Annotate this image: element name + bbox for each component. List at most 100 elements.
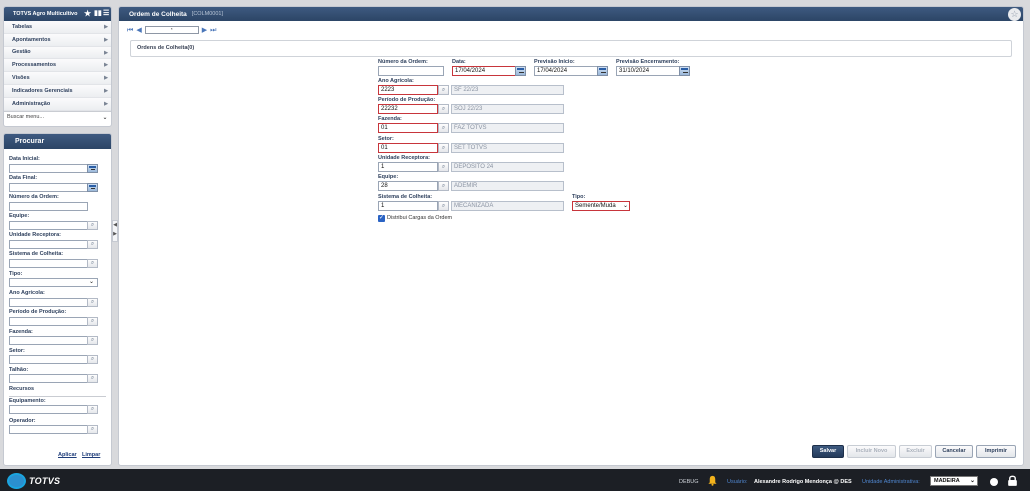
fazenda-input[interactable] <box>9 336 88 345</box>
bell-icon[interactable] <box>707 475 718 486</box>
label-numero-ordem: Número da Ordem: <box>9 194 59 200</box>
label-equipe: Equipe: <box>378 174 399 180</box>
operador-input[interactable] <box>9 425 88 434</box>
unidade-value: MADEIRA <box>934 478 960 484</box>
page-select[interactable]: * <box>144 26 199 34</box>
label-data: Data: <box>452 59 466 65</box>
talhao-input[interactable] <box>9 374 88 383</box>
incluir-novo-button[interactable]: Incluir Novo <box>847 445 896 458</box>
periodo-producao-input[interactable] <box>9 317 88 326</box>
unidade-receptora-code[interactable]: 1 <box>378 162 438 172</box>
ano-agricola-input[interactable] <box>9 298 88 307</box>
previsao-encerramento-field[interactable]: 31/10/2024 <box>616 66 680 76</box>
ano-agricola-code[interactable]: 2223 <box>378 85 438 95</box>
favorites-star-icon[interactable]: ★ <box>84 9 91 19</box>
menu-item-apontamentos[interactable]: Apontamentos ▶ <box>4 33 111 47</box>
ordens-panel[interactable]: Ordens de Colheita(0) <box>130 40 1012 57</box>
next-record-icon[interactable]: ▶ <box>202 26 207 35</box>
lookup-icon[interactable]: ⌕ <box>87 221 98 230</box>
recursos-divider <box>9 396 106 397</box>
menu-item-label: Visões <box>12 75 30 82</box>
chevron-down-icon: ⌄ <box>969 478 975 484</box>
tipo-select[interactable]: Semente/Muda ⌄ <box>572 201 630 211</box>
favorite-star-icon[interactable]: ☆ <box>1008 8 1021 21</box>
data-final-input[interactable] <box>9 183 88 192</box>
chart-icon[interactable]: ▮▮ <box>94 9 102 19</box>
aplicar-link[interactable]: Aplicar <box>58 452 77 458</box>
calendar-icon[interactable] <box>87 164 98 173</box>
unidade-receptora-input[interactable] <box>9 240 88 249</box>
setor-input[interactable] <box>9 355 88 364</box>
menu-item-tabelas[interactable]: Tabelas ▶ <box>4 21 111 34</box>
lookup-icon[interactable]: ⌕ <box>87 298 98 307</box>
previsao-inicio-field[interactable]: 17/04/2024 <box>534 66 598 76</box>
cancelar-button[interactable]: Cancelar <box>935 445 973 458</box>
lookup-icon[interactable]: ⌕ <box>87 355 98 364</box>
lookup-icon[interactable]: ⌕ <box>87 259 98 268</box>
menu-item-visoes[interactable]: Visões ▶ <box>4 72 111 85</box>
label-operador: Operador: <box>9 418 36 424</box>
setor-code[interactable]: 01 <box>378 143 438 153</box>
lookup-icon[interactable]: ⌕ <box>87 240 98 249</box>
distribui-cargas-checkbox[interactable]: ✓ <box>378 215 385 222</box>
lookup-icon[interactable]: ⌕ <box>438 181 449 191</box>
excluir-button[interactable]: Excluir <box>899 445 932 458</box>
lookup-icon[interactable]: ⌕ <box>438 162 449 172</box>
periodo-producao-code[interactable]: 22232 <box>378 104 438 114</box>
chevron-down-icon[interactable]: ⌄ <box>101 114 109 122</box>
menu-item-label: Administração <box>12 100 51 107</box>
chevron-right-icon: ▶ <box>104 62 108 69</box>
theme-toggle-icon[interactable] <box>990 478 998 486</box>
label-sistema-colheita: Sistema de Colheita: <box>378 194 433 200</box>
data-field[interactable]: 17/04/2024 <box>452 66 516 76</box>
sistema-colheita-input[interactable] <box>9 259 88 268</box>
imprimir-button[interactable]: Imprimir <box>976 445 1016 458</box>
lookup-icon[interactable]: ⌕ <box>87 317 98 326</box>
unidade-receptora-desc: DEPOSITO 24 <box>451 162 564 172</box>
first-record-icon[interactable]: ⏮ <box>127 26 133 35</box>
tipo-select[interactable]: ⌄ <box>9 278 98 287</box>
limpar-link[interactable]: Limpar <box>82 452 100 458</box>
lookup-icon[interactable]: ⌕ <box>87 374 98 383</box>
sistema-colheita-desc: MECANIZADA <box>451 201 564 211</box>
sistema-colheita-code[interactable]: 1 <box>378 201 438 211</box>
menu-item-administracao[interactable]: Administração ▶ <box>4 97 111 111</box>
data-inicial-input[interactable] <box>9 164 88 173</box>
equipamento-input[interactable] <box>9 405 88 414</box>
list-icon[interactable]: ☰ <box>103 9 109 19</box>
equipe-code[interactable]: 28 <box>378 181 438 191</box>
debug-label: DEBUG <box>679 479 699 485</box>
last-record-icon[interactable]: ⏭ <box>210 26 216 35</box>
lookup-icon[interactable]: ⌕ <box>87 336 98 345</box>
label-previsao-encerramento: Previsão Encerramento: <box>616 59 680 65</box>
unidade-select[interactable]: MADEIRA ⌄ <box>930 476 978 486</box>
numero-ordem-input[interactable] <box>9 202 88 211</box>
salvar-button[interactable]: Salvar <box>812 445 844 458</box>
calendar-icon[interactable] <box>679 66 690 76</box>
lookup-icon[interactable]: ⌕ <box>87 405 98 414</box>
menu-item-processamentos[interactable]: Processamentos ▶ <box>4 59 111 73</box>
lookup-icon[interactable]: ⌕ <box>438 201 449 211</box>
calendar-icon[interactable] <box>87 183 98 192</box>
calendar-icon[interactable] <box>515 66 526 76</box>
menu-search-input[interactable]: Buscar menu... ⌄ <box>4 110 111 123</box>
distribui-cargas-label: Distribui Cargas da Ordem <box>387 215 453 221</box>
label-equipamento: Equipamento: <box>9 398 46 404</box>
menu-item-gestao[interactable]: Gestão ▶ <box>4 46 111 60</box>
label-previsao-inicio: Previsão Início: <box>534 59 575 65</box>
numero-ordem-field[interactable] <box>378 66 444 76</box>
label-data-inicial: Data Inicial: <box>9 156 40 162</box>
lock-icon[interactable] <box>1006 474 1019 487</box>
menu-item-label: Gestão <box>12 49 31 56</box>
equipe-input[interactable] <box>9 221 88 230</box>
lookup-icon[interactable]: ⌕ <box>438 85 449 95</box>
previous-record-icon[interactable]: ◀ <box>136 26 141 35</box>
chevron-right-icon: ▶ <box>104 100 108 107</box>
lookup-icon[interactable]: ⌕ <box>438 143 449 153</box>
lookup-icon[interactable]: ⌕ <box>438 123 449 133</box>
lookup-icon[interactable]: ⌕ <box>438 104 449 114</box>
calendar-icon[interactable] <box>597 66 608 76</box>
lookup-icon[interactable]: ⌕ <box>87 425 98 434</box>
menu-item-indicadores[interactable]: Indicadores Gerenciais ▶ <box>4 84 111 98</box>
fazenda-code[interactable]: 01 <box>378 123 438 133</box>
